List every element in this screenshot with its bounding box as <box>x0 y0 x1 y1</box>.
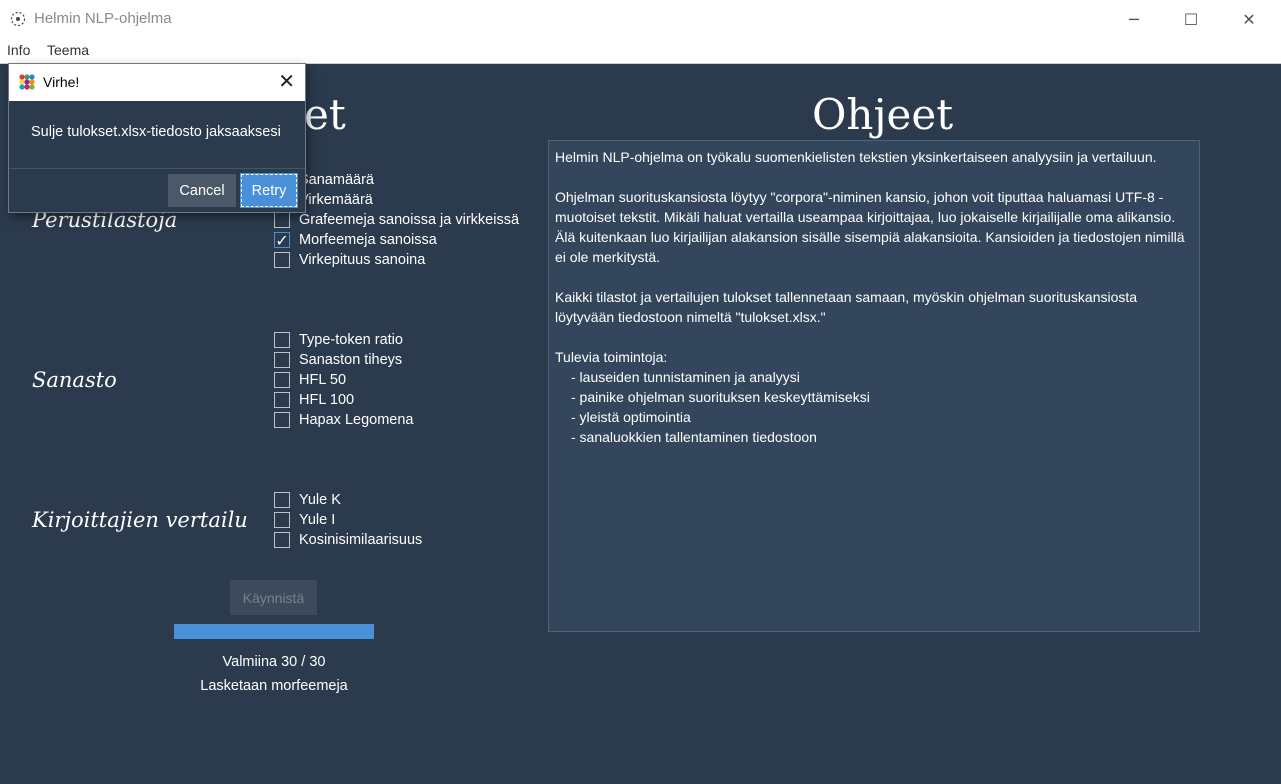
maximize-button[interactable]: ☐ <box>1162 0 1220 39</box>
list-item: - painike ohjelman suorituksen keskeyttä… <box>571 389 870 405</box>
option-kosinisimilaarisuus[interactable]: Kosinisimilaarisuus <box>274 530 422 550</box>
option-grafeemeja[interactable]: Grafeemeja sanoissa ja virkkeissä <box>274 210 519 230</box>
option-label: Sanaston tiheys <box>299 352 403 368</box>
checkbox[interactable] <box>274 352 290 368</box>
progress-bar-fill <box>174 624 374 639</box>
instructions-paragraph: Ohjelman suorituskansiosta löytyy "corpo… <box>555 189 1185 265</box>
app-icon <box>19 74 35 90</box>
section-sanasto: Sanasto <box>32 368 117 392</box>
option-label: Hapax Legomena <box>299 412 414 428</box>
close-window-button[interactable]: ✕ <box>1220 0 1278 39</box>
checkbox[interactable] <box>274 512 290 528</box>
start-button[interactable]: Käynnistä <box>230 580 317 615</box>
window-title: Helmin NLP-ohjelma <box>34 10 172 27</box>
option-label: Virkepituus sanoina <box>299 252 426 268</box>
upcoming-features-list: - lauseiden tunnistaminen ja analyysi - … <box>555 367 1193 447</box>
list-item: - sanaluokkien tallentaminen tiedostoon <box>571 429 817 445</box>
progress-task: Lasketaan morfeemeja <box>200 678 348 694</box>
option-morfeemeja[interactable]: ✓ Morfeemeja sanoissa <box>274 230 437 250</box>
option-label: HFL 50 <box>299 372 347 388</box>
option-label: Sanamäärä <box>299 172 374 188</box>
instructions-upcoming-heading: Tulevia toimintoja: <box>555 349 668 365</box>
instructions-paragraph: Helmin NLP-ohjelma on työkalu suomenkiel… <box>555 149 1157 165</box>
option-sanaston-tiheys[interactable]: Sanaston tiheys <box>274 350 402 370</box>
close-icon[interactable]: ✕ <box>278 69 295 93</box>
option-label: HFL 100 <box>299 392 355 408</box>
divider <box>9 168 305 169</box>
menu-teema[interactable]: Teema <box>47 42 89 58</box>
checkbox[interactable] <box>274 252 290 268</box>
menu-info[interactable]: Info <box>7 42 30 58</box>
dialog-message: Sulje tulokset.xlsx-tiedosto jaksaaksesi <box>31 124 281 140</box>
window-titlebar: Helmin NLP-ohjelma ─ ☐ ✕ <box>0 0 1281 39</box>
checkbox[interactable] <box>274 212 290 228</box>
option-label: Yule K <box>299 492 341 508</box>
progress-bar <box>174 624 374 639</box>
dialog-titlebar: Virhe! ✕ <box>9 64 305 101</box>
menubar: Info Teema <box>0 39 1281 64</box>
option-yule-k[interactable]: Yule K <box>274 490 341 510</box>
checkbox[interactable] <box>274 492 290 508</box>
checkbox[interactable] <box>274 332 290 348</box>
checkbox-checked[interactable]: ✓ <box>274 230 290 250</box>
checkbox[interactable] <box>274 372 290 388</box>
option-hapax-legomena[interactable]: Hapax Legomena <box>274 410 413 430</box>
option-hfl-50[interactable]: HFL 50 <box>274 370 346 390</box>
minimize-button[interactable]: ─ <box>1105 0 1163 39</box>
dialog-title: Virhe! <box>43 74 80 90</box>
checkbox[interactable] <box>274 412 290 428</box>
section-kirjoittajien-vertailu: Kirjoittajien vertailu <box>32 508 248 532</box>
list-item: - lauseiden tunnistaminen ja analyysi <box>571 369 800 385</box>
option-label: Type-token ratio <box>299 332 403 348</box>
option-label: Yule I <box>299 512 336 528</box>
retry-button[interactable]: Retry <box>240 173 298 208</box>
option-label: Virkemäärä <box>299 192 373 208</box>
app-icon <box>10 11 26 27</box>
option-label: Kosinisimilaarisuus <box>299 532 423 548</box>
instructions-panel: Helmin NLP-ohjelma on työkalu suomenkiel… <box>548 140 1200 632</box>
progress-status: Valmiina 30 / 30 <box>222 654 326 670</box>
instructions-paragraph: Kaikki tilastot ja vertailujen tulokset … <box>555 289 1138 325</box>
checkmark-icon: ✓ <box>275 230 289 250</box>
error-dialog: Virhe! ✕ Sulje tulokset.xlsx-tiedosto ja… <box>9 64 305 212</box>
cancel-button[interactable]: Cancel <box>168 174 236 207</box>
instructions-heading: Ohjeet <box>812 90 954 139</box>
option-yule-i[interactable]: Yule I <box>274 510 335 530</box>
option-virkepituus[interactable]: Virkepituus sanoina <box>274 250 425 270</box>
option-label: Morfeemeja sanoissa <box>299 232 437 248</box>
option-type-token-ratio[interactable]: Type-token ratio <box>274 330 403 350</box>
option-hfl-100[interactable]: HFL 100 <box>274 390 354 410</box>
option-label: Grafeemeja sanoissa ja virkkeissä <box>299 212 520 228</box>
checkbox[interactable] <box>274 392 290 408</box>
checkbox[interactable] <box>274 532 290 548</box>
list-item: - yleistä optimointia <box>571 409 691 425</box>
